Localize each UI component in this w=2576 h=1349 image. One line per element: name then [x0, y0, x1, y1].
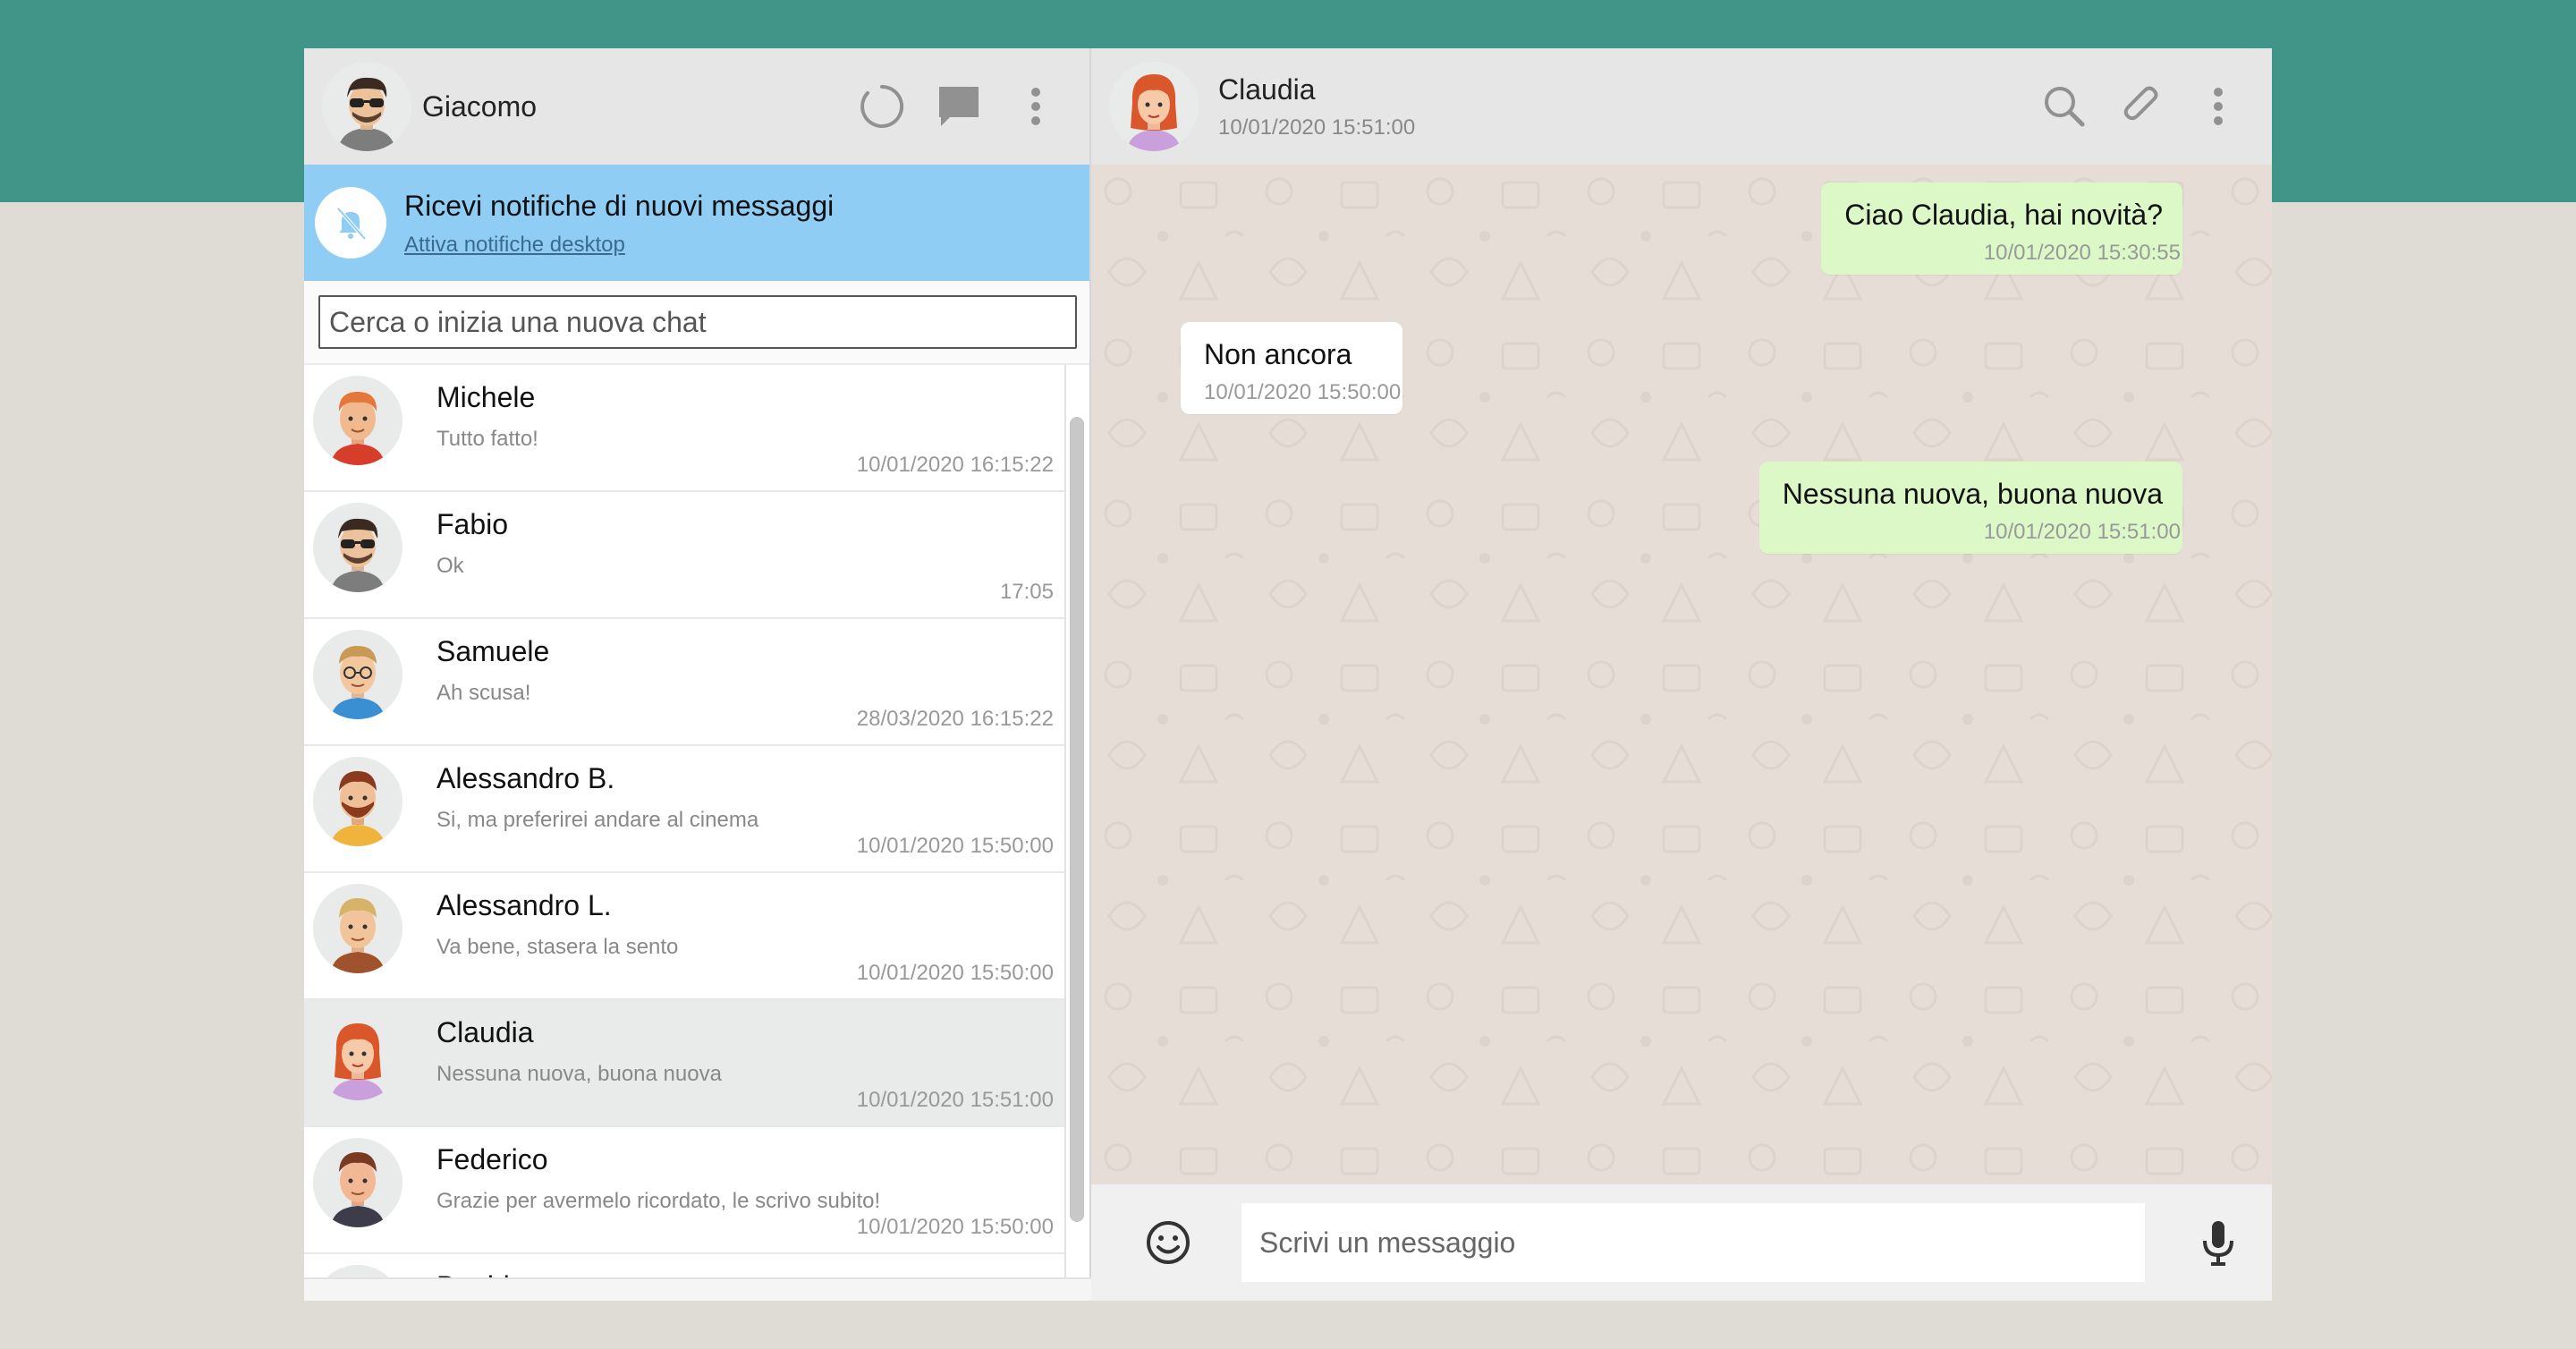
chat-last-message: Ah scusa!	[436, 681, 531, 705]
chat-list-scrollbar[interactable]	[1070, 417, 1084, 1222]
sidebar-header: Giacomo	[304, 48, 1089, 165]
message-time: 10/01/2020 15:30:55	[1983, 241, 2181, 265]
contact-last-seen: 10/01/2020 15:51:00	[1218, 115, 1416, 140]
avatar	[313, 630, 402, 719]
conversation-header: Claudia 10/01/2020 15:51:00	[1091, 48, 2272, 165]
chat-time: 28/03/2020 16:15:22	[856, 707, 1054, 731]
search-input[interactable]	[318, 295, 1077, 349]
user-avatar[interactable]	[322, 62, 411, 151]
chat-time: 17:05	[999, 580, 1054, 604]
message-time: 10/01/2020 15:50:00	[1204, 380, 1402, 404]
notification-title: Ricevi notifiche di nuovi messaggi	[404, 190, 835, 222]
avatar	[313, 1265, 402, 1277]
menu-dots-icon[interactable]	[1011, 81, 1061, 132]
chat-name: Federico	[436, 1143, 548, 1175]
new-chat-icon[interactable]	[934, 81, 984, 132]
chat-list: Michele Tutto fatto! 10/01/2020 16:15:22…	[304, 365, 1066, 1277]
chat-item-federico[interactable]: Federico Grazie per avermelo ricordato, …	[304, 1127, 1064, 1254]
status-icon[interactable]	[857, 81, 907, 132]
message-sent[interactable]: Nessuna nuova, buona nuova 10/01/2020 15…	[1758, 462, 2182, 554]
chat-last-message: Si, ma preferirei andare al cinema	[436, 808, 759, 832]
chat-name: Davide	[436, 1270, 526, 1277]
menu-dots-icon[interactable]	[2193, 81, 2243, 132]
emoji-icon[interactable]	[1141, 1216, 1195, 1269]
avatar	[313, 1011, 402, 1100]
sidebar-header-icons	[857, 48, 1061, 165]
message-input[interactable]	[1241, 1203, 2145, 1282]
notification-banner: Ricevi notifiche di nuovi messaggi Attiv…	[304, 165, 1089, 281]
chat-time: 10/01/2020 15:50:00	[856, 961, 1054, 985]
chat-time: 10/01/2020 15:50:00	[856, 834, 1054, 858]
message-time: 10/01/2020 15:51:00	[1983, 520, 2181, 544]
avatar	[313, 884, 402, 973]
user-name: Giacomo	[422, 89, 538, 123]
conversation-header-icons	[2039, 48, 2243, 165]
chat-background-pattern	[1091, 165, 2272, 1184]
chat-item-claudia[interactable]: Claudia Nessuna nuova, buona nuova 10/01…	[304, 1000, 1064, 1127]
sidebar: Giacomo Ricevi notifiche di nuovi messag…	[304, 48, 1091, 1301]
contact-avatar[interactable]	[1109, 62, 1199, 151]
chat-time: 10/01/2020 15:50:00	[856, 1215, 1054, 1239]
chat-name: Michele	[436, 381, 536, 413]
chat-item-alessandro-b[interactable]: Alessandro B. Si, ma preferirei andare a…	[304, 746, 1064, 873]
chat-item-samuele[interactable]: Samuele Ah scusa! 28/03/2020 16:15:22	[304, 619, 1064, 746]
chat-item-fabio[interactable]: Fabio Ok 17:05	[304, 492, 1064, 619]
chat-name: Alessandro B.	[436, 762, 615, 794]
app-window: Giacomo Ricevi notifiche di nuovi messag…	[304, 48, 2272, 1301]
search-icon[interactable]	[2039, 81, 2089, 132]
contact-name: Claudia	[1218, 72, 1316, 106]
message-text: Non ancora	[1204, 338, 1352, 370]
message-text: Ciao Claudia, hai novità?	[1844, 199, 2163, 231]
attach-icon[interactable]	[2116, 81, 2166, 132]
chat-time: 10/01/2020 15:51:00	[856, 1088, 1054, 1112]
search-bar	[304, 281, 1089, 365]
chat-last-message: Ok	[436, 554, 464, 578]
chat-item-michele[interactable]: Michele Tutto fatto! 10/01/2020 16:15:22	[304, 365, 1064, 492]
chat-last-message: Tutto fatto!	[436, 427, 538, 451]
chat-name: Fabio	[436, 508, 509, 540]
enable-notifications-link[interactable]: Attiva notifiche desktop	[404, 233, 834, 258]
avatar	[313, 376, 402, 465]
chat-last-message: Nessuna nuova, buona nuova	[436, 1062, 722, 1086]
microphone-icon[interactable]	[2191, 1216, 2245, 1269]
avatar	[313, 757, 402, 846]
message-text: Nessuna nuova, buona nuova	[1782, 478, 2163, 510]
chat-name: Samuele	[436, 635, 550, 667]
message-sent[interactable]: Ciao Claudia, hai novità? 10/01/2020 15:…	[1821, 182, 2182, 275]
chat-name: Alessandro L.	[436, 889, 612, 921]
sidebar-footer	[304, 1277, 1091, 1301]
conversation-pane: Claudia 10/01/2020 15:51:00 Ciao Claudia…	[1091, 48, 2272, 1301]
chat-time: 10/01/2020 16:15:22	[856, 453, 1054, 477]
message-received[interactable]: Non ancora 10/01/2020 15:50:00	[1181, 322, 1403, 414]
avatar	[313, 503, 402, 592]
chat-last-message: Va bene, stasera la sento	[436, 935, 679, 959]
chat-item-alessandro-l[interactable]: Alessandro L. Va bene, stasera la sento …	[304, 873, 1064, 1000]
chat-item-davide[interactable]: Davide	[304, 1254, 1064, 1277]
message-area: Ciao Claudia, hai novità? 10/01/2020 15:…	[1091, 165, 2272, 1184]
message-composer	[1091, 1184, 2272, 1301]
chat-name: Claudia	[436, 1016, 534, 1048]
bell-off-icon	[315, 187, 386, 259]
chat-last-message: Grazie per avermelo ricordato, le scrivo…	[436, 1189, 881, 1213]
avatar	[313, 1138, 402, 1227]
